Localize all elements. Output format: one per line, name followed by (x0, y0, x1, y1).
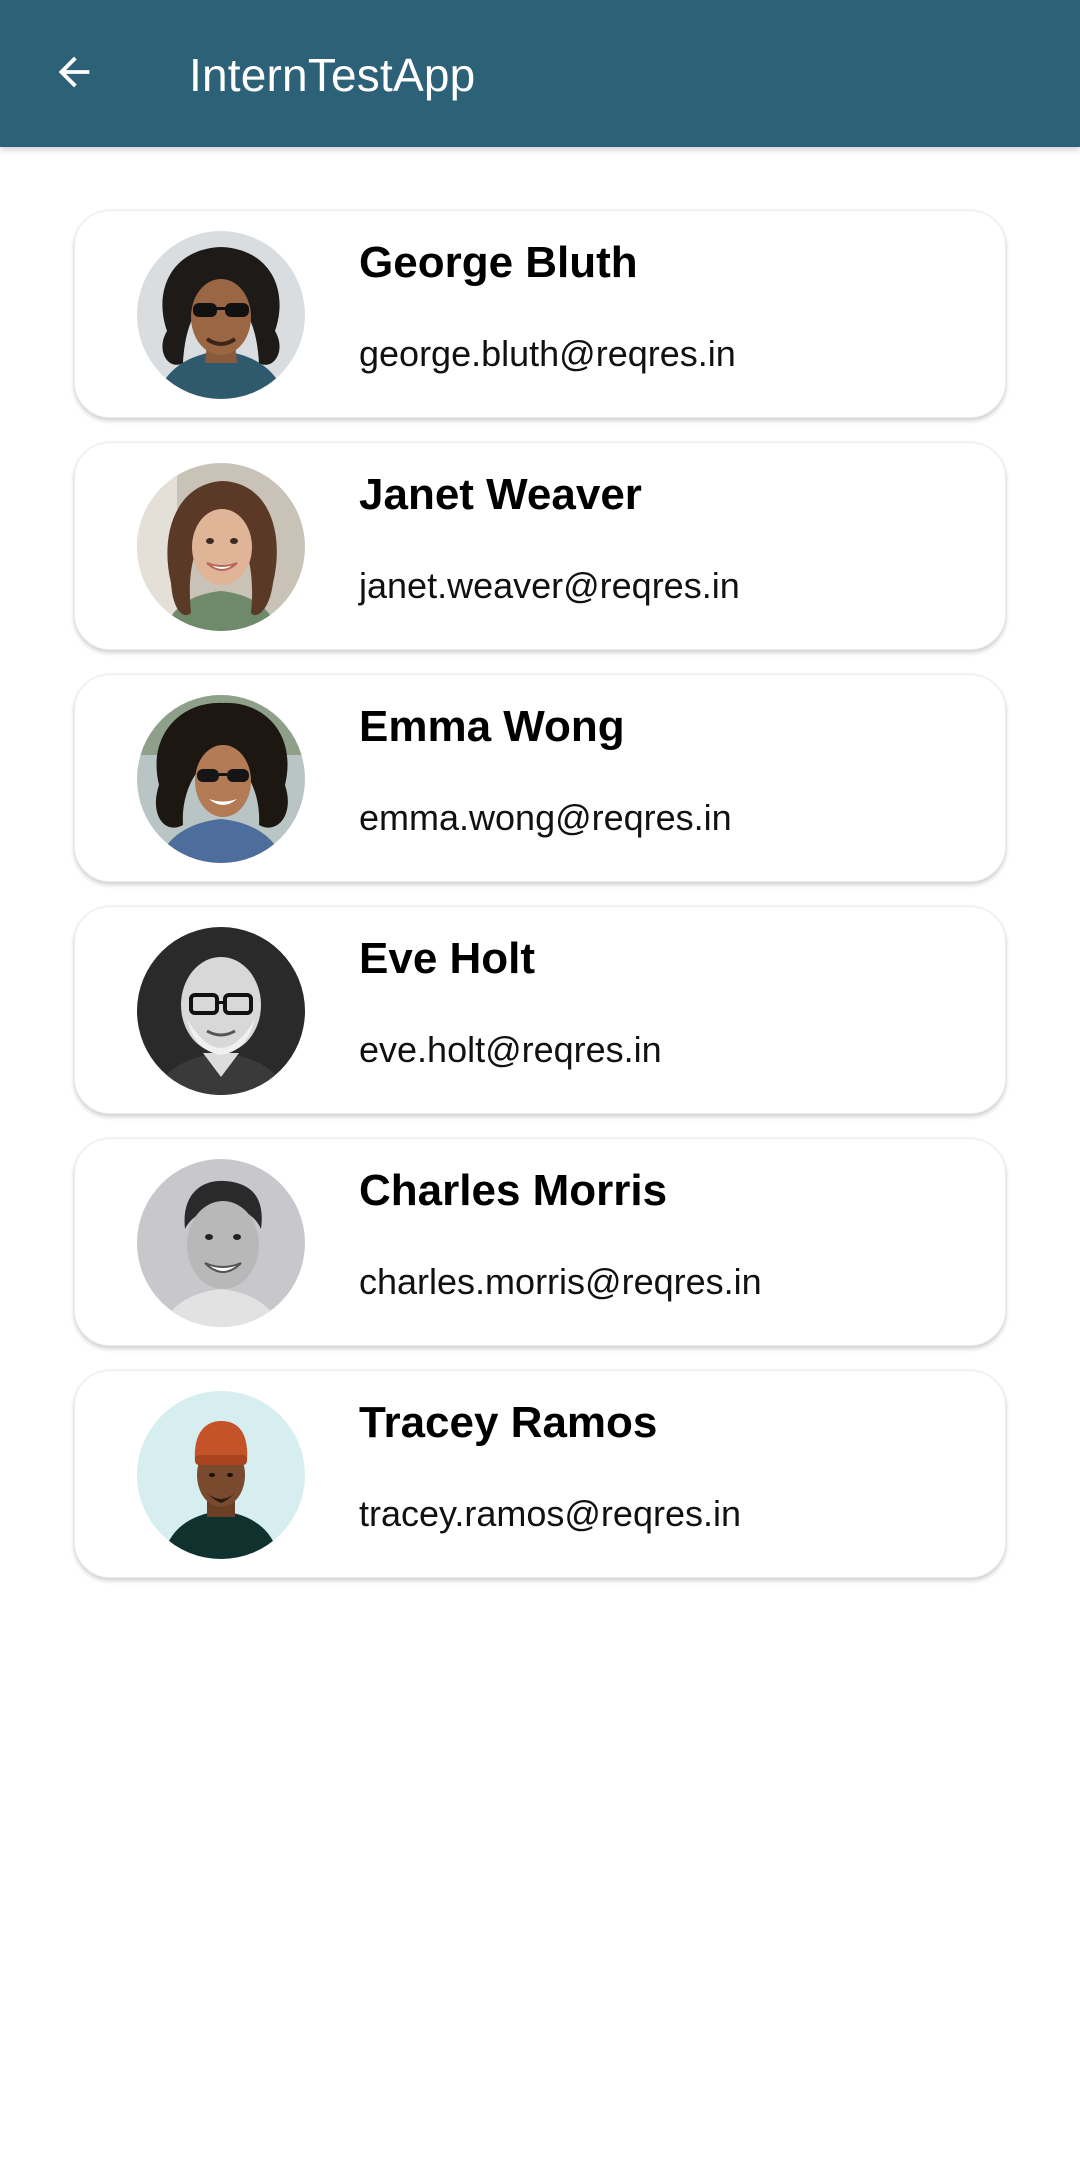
user-name: Eve Holt (359, 934, 536, 983)
user-list: George Bluth george.bluth@reqres.in Jane… (74, 210, 1006, 1602)
user-email: charles.morris@reqres.in (359, 1261, 762, 1302)
user-name: George Bluth (359, 238, 638, 287)
user-name: Charles Morris (359, 1166, 668, 1215)
avatar (137, 927, 305, 1095)
user-card[interactable]: Janet Weaver janet.weaver@reqres.in (74, 442, 1006, 650)
back-button[interactable] (34, 32, 114, 112)
avatar (137, 463, 305, 631)
user-card[interactable]: George Bluth george.bluth@reqres.in (74, 210, 1006, 418)
user-card[interactable]: Emma Wong emma.wong@reqres.in (74, 674, 1006, 882)
app-title: InternTestApp (189, 49, 476, 101)
user-email: george.bluth@reqres.in (359, 333, 736, 374)
user-name: Tracey Ramos (359, 1398, 658, 1447)
user-card[interactable]: Eve Holt eve.holt@reqres.in (74, 906, 1006, 1114)
arrow-back-icon (58, 56, 90, 88)
avatar (137, 695, 305, 863)
user-name: Emma Wong (359, 702, 625, 751)
user-email: janet.weaver@reqres.in (359, 565, 740, 606)
user-card[interactable]: Charles Morris charles.morris@reqres.in (74, 1138, 1006, 1346)
user-name: Janet Weaver (359, 470, 642, 519)
app-bar: InternTestApp (0, 0, 1080, 147)
avatar (137, 1391, 305, 1559)
avatar (137, 1159, 305, 1327)
user-email: eve.holt@reqres.in (359, 1029, 662, 1070)
user-email: emma.wong@reqres.in (359, 797, 732, 838)
user-email: tracey.ramos@reqres.in (359, 1493, 741, 1534)
avatar (137, 231, 305, 399)
user-card[interactable]: Tracey Ramos tracey.ramos@reqres.in (74, 1370, 1006, 1578)
